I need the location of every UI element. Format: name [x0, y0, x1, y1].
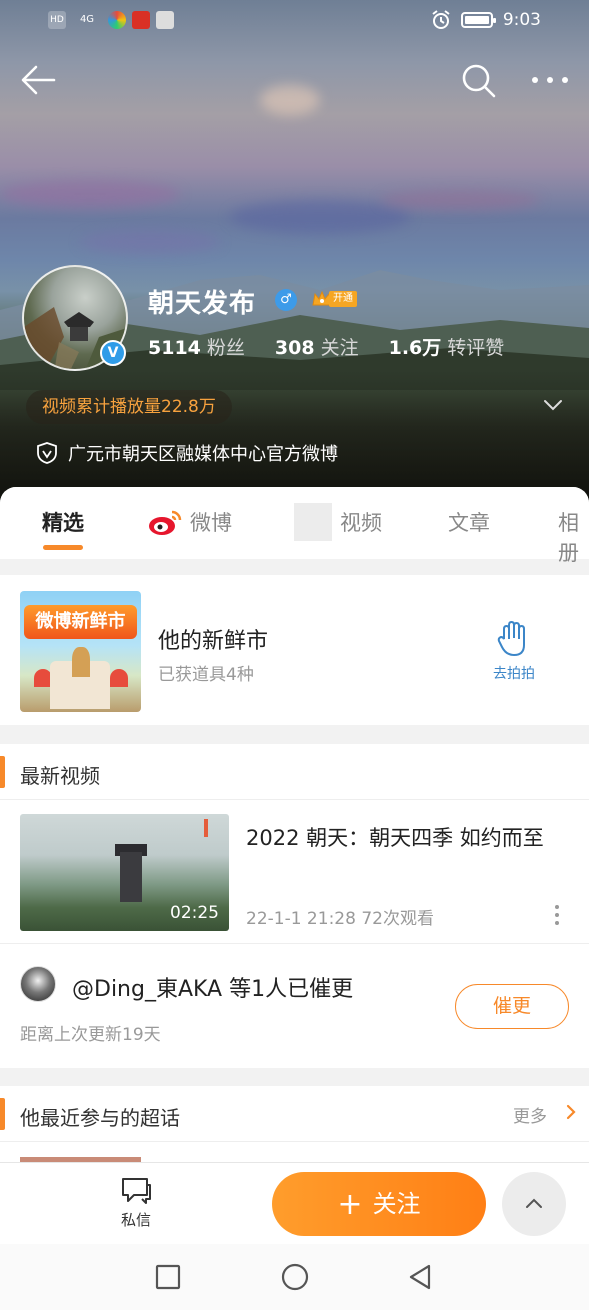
bottom-action-bar: 私信 + 关注: [0, 1162, 589, 1244]
verified-badge-icon: V: [100, 340, 126, 366]
urge-text: @Ding_東AKA 等1人已催更: [72, 977, 354, 1002]
video-title[interactable]: 2022 朝天：朝天四季 如约而至: [246, 822, 576, 854]
vip-tag-label: 开通: [329, 291, 357, 307]
home-icon[interactable]: [280, 1262, 310, 1292]
app-icon-red: [132, 11, 150, 29]
more-link[interactable]: 更多: [513, 1102, 547, 1127]
fresh-market-title: 他的新鲜市: [158, 629, 269, 654]
latest-video-section: 最新视频 02:25 2022 朝天：朝天四季 如约而至 22-1-1 21:2…: [0, 744, 589, 1068]
last-update-text: 距离上次更新19天: [20, 1025, 161, 1045]
male-gender-icon: ♂: [275, 289, 297, 311]
profile-page: HD 4G 9:03 V 朝天发布 ♂ 开通 5114 粉丝 308 关注 1.…: [0, 0, 589, 1310]
chevron-up-icon: [526, 1198, 542, 1208]
top-nav: [0, 50, 589, 110]
tab-weibo[interactable]: 微博: [148, 507, 232, 537]
latest-video-header: 最新视频: [0, 744, 589, 800]
video-tab-icon: [294, 503, 332, 541]
tab-articles[interactable]: 文章: [448, 507, 490, 537]
fresh-market-card[interactable]: 微博新鲜市 他的新鲜市 已获道具4种 去拍拍: [0, 575, 589, 725]
app-icon-color: [108, 11, 126, 29]
section-accent-bar: [0, 756, 5, 788]
video-duration: 02:25: [170, 903, 219, 923]
divider: [0, 943, 589, 944]
latest-video-title: 最新视频: [20, 764, 100, 788]
more-options-icon[interactable]: [530, 60, 570, 100]
section-accent-bar: [0, 1098, 5, 1130]
video-thumbnail[interactable]: 02:25: [20, 814, 229, 931]
chat-bubble-icon: [122, 1178, 151, 1204]
profile-tabs: 精选 微博 视频 文章 相册: [0, 487, 589, 565]
pat-button[interactable]: 去拍拍: [488, 619, 540, 682]
tab-album[interactable]: 相册: [558, 507, 589, 567]
hand-icon: [497, 620, 525, 657]
stat-followers[interactable]: 5114 粉丝: [148, 333, 245, 360]
vip-open-badge[interactable]: 开通: [311, 289, 364, 309]
chevron-down-icon[interactable]: [540, 392, 566, 418]
battery-icon: [460, 12, 496, 28]
super-topic-header: 他最近参与的超话 更多: [0, 1086, 589, 1142]
back-arrow-icon[interactable]: [18, 60, 58, 100]
direct-message-button[interactable]: 私信: [112, 1175, 160, 1233]
active-tab-indicator: [43, 545, 83, 550]
scroll-top-button[interactable]: [502, 1172, 566, 1236]
signal-icon: 4G: [79, 14, 95, 25]
fresh-market-subtitle: 已获道具4种: [158, 665, 254, 685]
super-topic-title: 他最近参与的超话: [20, 1106, 180, 1130]
alarm-icon: [432, 10, 450, 29]
weibo-logo-icon: [149, 510, 182, 535]
chevron-right-icon[interactable]: [565, 1103, 577, 1121]
urge-update-button[interactable]: 催更: [455, 984, 569, 1029]
tab-featured[interactable]: 精选: [42, 507, 84, 537]
stat-following[interactable]: 308 关注: [275, 333, 359, 360]
video-meta: 22-1-1 21:28 72次观看: [246, 909, 434, 929]
app-icon-mail: [156, 11, 174, 29]
video-play-count[interactable]: 视频累计播放量22.8万: [26, 390, 232, 424]
search-icon[interactable]: [458, 60, 498, 100]
follow-button[interactable]: + 关注: [272, 1172, 486, 1236]
vertical-more-icon[interactable]: [553, 904, 561, 926]
plus-icon: +: [337, 1187, 363, 1222]
clock: 9:03: [502, 10, 541, 30]
official-description: 广元市朝天区融媒体中心官方微博: [36, 440, 338, 466]
urger-avatar[interactable]: [20, 966, 56, 1002]
flag-icon: [204, 819, 208, 837]
status-bar: HD 4G 9:03: [0, 0, 589, 44]
fresh-market-image: 微博新鲜市: [20, 591, 141, 712]
system-nav-bar: [0, 1244, 589, 1310]
hd-icon: HD: [48, 11, 66, 29]
tab-video[interactable]: 视频: [294, 503, 382, 541]
profile-name: 朝天发布: [148, 289, 257, 319]
official-description-text: 广元市朝天区融媒体中心官方微博: [68, 444, 338, 465]
back-triangle-icon[interactable]: [405, 1262, 435, 1292]
fresh-market-banner: 微博新鲜市: [24, 605, 137, 639]
profile-stats: 5114 粉丝 308 关注 1.6万 转评赞: [148, 333, 534, 360]
recent-apps-icon[interactable]: [153, 1262, 183, 1292]
shield-check-icon: [37, 442, 57, 464]
stat-engagement[interactable]: 1.6万 转评赞: [389, 333, 505, 360]
